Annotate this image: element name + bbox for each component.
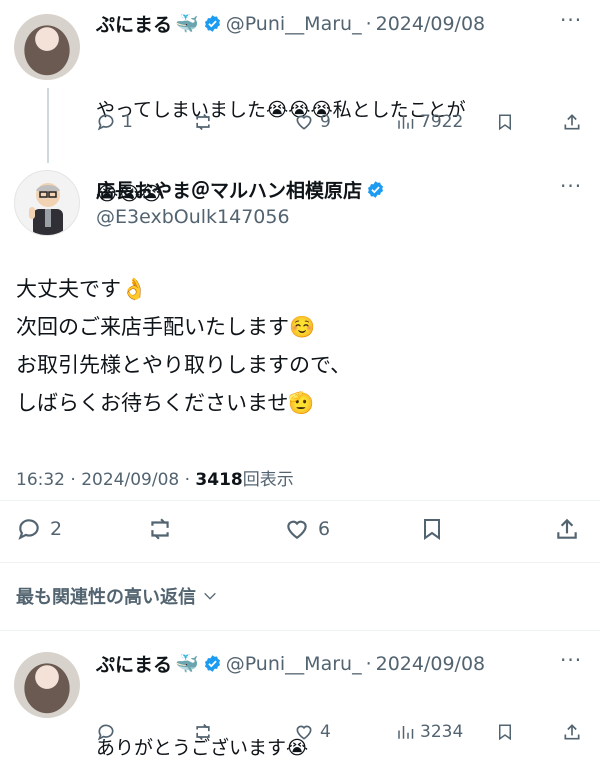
- reply-count: 1: [122, 112, 133, 132]
- view-count: 3418: [195, 470, 243, 490]
- tweet-text-line: お取引先様とやり取りしますので、: [16, 353, 352, 377]
- divider: [0, 562, 600, 563]
- bookmark-icon: [499, 114, 511, 131]
- tweet-text-line: 大丈夫です👌: [16, 277, 148, 301]
- reply-icon: [97, 114, 114, 131]
- avatar[interactable]: [14, 14, 80, 80]
- like-button[interactable]: 4: [294, 722, 331, 742]
- whale-emoji: 🐳: [175, 653, 199, 675]
- whale-emoji: 🐳: [175, 13, 199, 35]
- bookmark-icon: [499, 724, 511, 741]
- retweet-icon: [196, 113, 210, 131]
- replies-sort-label: 最も関連性の高い返信: [16, 587, 196, 608]
- analytics-icon: [398, 116, 414, 129]
- verified-badge-icon: [204, 15, 220, 32]
- tweet-header: 店長おやま＠マルハン相模原店: [96, 176, 385, 203]
- heart-icon: [287, 520, 307, 539]
- retweet-button[interactable]: [192, 112, 214, 132]
- divider: [0, 500, 600, 501]
- divider: [0, 630, 600, 631]
- like-count: 9: [320, 112, 331, 132]
- views-button[interactable]: 7922: [396, 112, 463, 132]
- tweet-text: 大丈夫です👌 次回のご来店手配いたします☺️ お取引先様とやり取りしますので、 …: [16, 270, 351, 422]
- display-name[interactable]: 店長おやま＠マルハン相模原店: [96, 176, 362, 203]
- retweet-button[interactable]: [192, 722, 214, 742]
- tweet-text-line: しばらくお待ちくださいませ🫡: [16, 391, 315, 415]
- like-count: 4: [320, 722, 331, 742]
- tweet-time[interactable]: 16:32: [16, 470, 65, 490]
- heart-icon: [296, 115, 312, 130]
- display-name[interactable]: ぷにまる: [96, 10, 172, 37]
- bookmark-button[interactable]: [496, 112, 514, 132]
- reply-icon: [97, 724, 114, 741]
- handle[interactable]: @Puni__Maru_: [226, 13, 362, 35]
- bookmark-button[interactable]: [420, 516, 444, 542]
- share-button[interactable]: [554, 516, 580, 542]
- tweet-header: ぷにまる 🐳 @Puni__Maru_ · 2024/09/08: [96, 650, 485, 677]
- separator: ·: [70, 470, 76, 490]
- reply-icon: [18, 519, 39, 540]
- bookmark-button[interactable]: [496, 722, 514, 742]
- analytics-icon: [398, 726, 414, 739]
- tweet-date[interactable]: 2024/09/08: [81, 470, 179, 490]
- avatar[interactable]: [14, 652, 80, 718]
- timestamp[interactable]: 2024/09/08: [376, 13, 486, 35]
- like-button[interactable]: 6: [284, 516, 330, 542]
- more-options-icon[interactable]: ···: [560, 174, 582, 198]
- replies-sort-button[interactable]: 最も関連性の高い返信: [16, 583, 218, 609]
- like-count: 6: [318, 518, 331, 540]
- verified-badge-icon: [204, 655, 220, 672]
- chevron-down-icon: [204, 592, 216, 600]
- reply-count: 2: [50, 518, 63, 540]
- avatar[interactable]: [14, 170, 80, 236]
- like-button[interactable]: 9: [294, 112, 331, 132]
- thread-line: [47, 88, 49, 163]
- view-count: 7922: [420, 112, 464, 132]
- retweet-icon: [196, 723, 210, 741]
- reply-button[interactable]: 2: [16, 516, 62, 542]
- views-button[interactable]: 3234: [396, 722, 463, 742]
- bookmark-icon: [424, 519, 440, 540]
- reply-button[interactable]: [96, 722, 116, 742]
- tweet-text-line: 次回のご来店手配いたします☺️: [16, 315, 316, 339]
- display-name[interactable]: ぷにまる: [96, 650, 172, 677]
- share-icon: [557, 518, 577, 539]
- share-icon: [564, 114, 580, 130]
- reply-button[interactable]: 1: [96, 112, 133, 132]
- retweet-button[interactable]: [146, 516, 174, 542]
- more-options-icon[interactable]: ···: [560, 648, 582, 672]
- views-label: 回表示: [242, 470, 294, 490]
- share-button[interactable]: [562, 112, 582, 132]
- tweet-meta: 16:32 · 2024/09/08 · 3418回表示: [16, 465, 294, 490]
- more-options-icon[interactable]: ···: [560, 8, 582, 32]
- share-button[interactable]: [562, 722, 582, 742]
- timestamp[interactable]: 2024/09/08: [376, 653, 486, 675]
- handle-line: @E3exbOulk147056: [96, 206, 290, 228]
- separator: ·: [365, 652, 372, 675]
- tweet-header: ぷにまる 🐳 @Puni__Maru_ · 2024/09/08: [96, 10, 485, 37]
- view-count: 3234: [420, 722, 464, 742]
- share-icon: [564, 724, 580, 740]
- verified-badge-icon: [367, 181, 384, 198]
- separator: ·: [365, 12, 372, 35]
- retweet-icon: [151, 518, 169, 540]
- handle[interactable]: @E3exbOulk147056: [96, 206, 290, 228]
- handle[interactable]: @Puni__Maru_: [226, 653, 362, 675]
- heart-icon: [296, 725, 312, 740]
- separator: ·: [184, 470, 191, 490]
- avatar-illustration: [29, 183, 63, 235]
